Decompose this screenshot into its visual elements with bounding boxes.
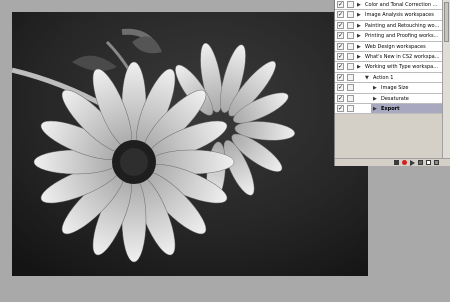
new-action-icon[interactable] — [426, 160, 431, 165]
action-row[interactable]: ✓ ▶ Export — [335, 103, 443, 115]
toggle-item-checkbox[interactable]: ✓ — [337, 63, 344, 71]
action-row[interactable]: ✓ ▼ Action 1 — [335, 72, 443, 84]
action-row[interactable]: ✓ ▶ Desaturate — [335, 93, 443, 104]
actions-toolbar — [335, 158, 450, 166]
action-label: Painting and Retouching wo... — [365, 22, 440, 29]
stop-icon[interactable] — [394, 160, 399, 165]
toggle-item-checkbox[interactable]: ✓ — [337, 52, 344, 60]
action-row[interactable]: ✓ ▶ Image Size — [335, 83, 443, 94]
toggle-item-checkbox[interactable]: ✓ — [337, 94, 344, 102]
action-label: Image Analysis workspaces — [365, 12, 434, 19]
toggle-item-checkbox[interactable]: ✓ — [337, 11, 344, 19]
expand-right-icon[interactable]: ▶ — [373, 106, 377, 112]
toggle-dialog-box[interactable] — [347, 84, 354, 92]
toggle-dialog-box[interactable] — [347, 32, 354, 40]
toggle-item-checkbox[interactable]: ✓ — [337, 73, 344, 81]
action-row[interactable]: ✓ ▶ Painting and Retouching wo... — [335, 20, 443, 32]
toggle-item-checkbox[interactable]: ✓ — [337, 21, 344, 29]
toggle-item-checkbox[interactable]: ✓ — [337, 104, 344, 112]
scrollbar-thumb[interactable] — [444, 2, 449, 42]
toggle-item-checkbox[interactable]: ✓ — [337, 42, 344, 50]
action-label: Working with Type workspa... — [365, 64, 438, 71]
flower-photo — [12, 12, 368, 276]
actions-list: ✓ ▶ Color and Tonal Correction ... ✓ ▶ Image … — [335, 0, 443, 115]
toggle-dialog-box[interactable] — [347, 11, 354, 19]
toggle-dialog-box[interactable] — [347, 21, 354, 29]
expand-down-icon[interactable]: ▼ — [365, 75, 369, 81]
toggle-item-checkbox[interactable]: ✓ — [337, 32, 344, 40]
toggle-dialog-box[interactable] — [347, 73, 354, 81]
expand-right-icon[interactable]: ▶ — [357, 23, 361, 29]
toggle-dialog-box[interactable] — [347, 63, 354, 71]
action-label: Image Size — [381, 85, 409, 92]
expand-right-icon[interactable]: ▶ — [357, 54, 361, 60]
action-row[interactable]: ✓ ▶ Color and Tonal Correction ... — [335, 0, 443, 11]
action-label: What's New in CS2 workspa... — [365, 53, 440, 60]
record-icon[interactable] — [402, 160, 407, 165]
actions-panel: ✓ ▶ Color and Tonal Correction ... ✓ ▶ Image … — [334, 0, 450, 166]
action-label: Web Design workspaces — [365, 43, 426, 50]
toggle-item-checkbox[interactable]: ✓ — [337, 84, 344, 92]
document-canvas[interactable] — [12, 12, 368, 276]
expand-right-icon[interactable]: ▶ — [357, 2, 361, 8]
action-label: Action 1 — [373, 74, 394, 81]
trash-icon[interactable] — [434, 160, 439, 165]
toggle-dialog-box[interactable] — [347, 1, 354, 8]
action-label: Export — [381, 105, 400, 112]
expand-right-icon[interactable]: ▶ — [357, 33, 361, 39]
action-row[interactable]: ✓ ▶ Web Design workspaces — [335, 41, 443, 52]
expand-right-icon[interactable]: ▶ — [357, 12, 361, 18]
toggle-dialog-box[interactable] — [347, 104, 354, 112]
action-row[interactable]: ✓ ▶ Printing and Proofing works... — [335, 31, 443, 42]
new-set-icon[interactable] — [418, 160, 423, 165]
toggle-dialog-box[interactable] — [347, 42, 354, 50]
toggle-item-checkbox[interactable]: ✓ — [337, 1, 344, 8]
expand-right-icon[interactable]: ▶ — [357, 44, 361, 50]
toggle-dialog-box[interactable] — [347, 52, 354, 60]
action-row[interactable]: ✓ ▶ Working with Type workspa... — [335, 62, 443, 73]
play-icon[interactable] — [410, 159, 415, 166]
action-label: Desaturate — [381, 95, 409, 102]
expand-right-icon[interactable]: ▶ — [373, 96, 377, 102]
action-row[interactable]: ✓ ▶ Image Analysis workspaces — [335, 10, 443, 21]
action-row[interactable]: ✓ ▶ What's New in CS2 workspa... — [335, 51, 443, 63]
expand-right-icon[interactable]: ▶ — [357, 64, 361, 70]
action-label: Color and Tonal Correction ... — [365, 2, 438, 8]
toggle-dialog-box[interactable] — [347, 94, 354, 102]
actions-scrollbar[interactable] — [442, 0, 450, 158]
action-label: Printing and Proofing works... — [365, 33, 439, 40]
expand-right-icon[interactable]: ▶ — [373, 85, 377, 91]
